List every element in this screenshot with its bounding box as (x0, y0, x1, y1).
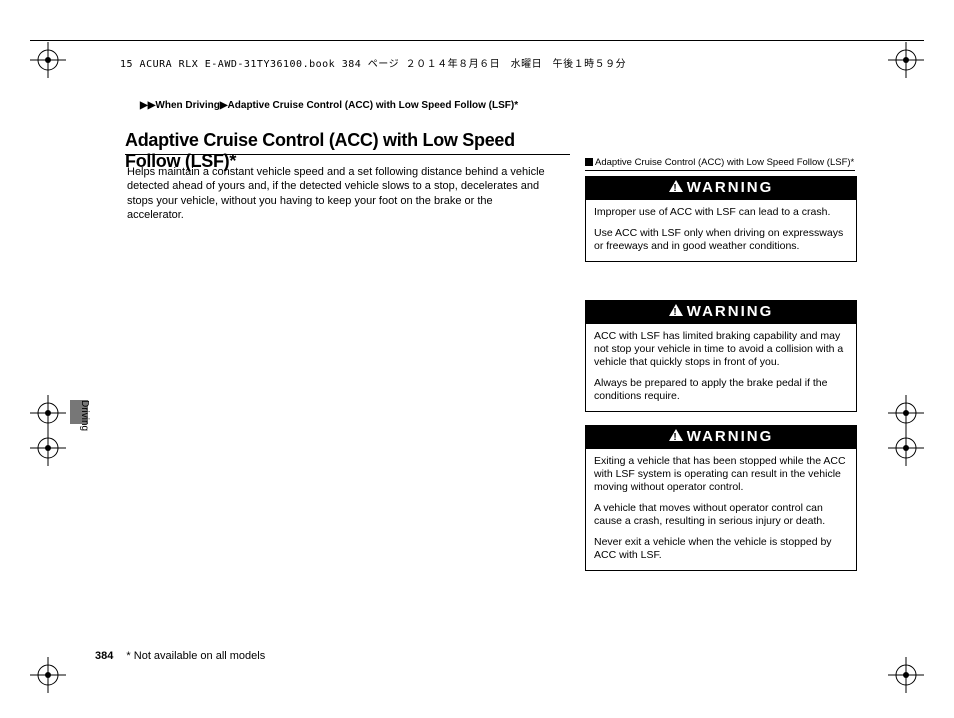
svg-text:!: ! (673, 432, 678, 441)
registration-mark-icon (888, 395, 924, 431)
breadcrumb-star: * (514, 100, 518, 111)
warning-body: Improper use of ACC with LSF can lead to… (586, 200, 856, 261)
warning-header: ! WARNING (586, 177, 856, 200)
warning-header: ! WARNING (586, 301, 856, 324)
footnote: * Not available on all models (126, 650, 265, 662)
registration-mark-icon (30, 430, 66, 466)
warning-body: ACC with LSF has limited braking capabil… (586, 324, 856, 412)
registration-mark-icon (30, 395, 66, 431)
sidebar-heading-text: Adaptive Cruise Control (ACC) with Low S… (595, 157, 854, 168)
warning-text: A vehicle that moves without operator co… (594, 502, 848, 528)
warning-header: ! WARNING (586, 426, 856, 449)
warning-text: Always be prepared to apply the brake pe… (594, 377, 848, 403)
title-rule (125, 154, 570, 155)
print-header-line: 15 ACURA RLX E-AWD-31TY36100.book 384 ペー… (120, 55, 626, 70)
page-footer: 384 * Not available on all models (95, 650, 265, 662)
registration-mark-icon (30, 42, 66, 78)
warning-body: Exiting a vehicle that has been stopped … (586, 449, 856, 571)
warning-label: WARNING (687, 179, 774, 196)
warning-text: Exiting a vehicle that has been stopped … (594, 455, 848, 494)
breadcrumb-item: Adaptive Cruise Control (ACC) with Low S… (228, 100, 515, 111)
chevron-icon (585, 158, 593, 166)
warning-label: WARNING (687, 428, 774, 445)
page-number: 384 (95, 650, 113, 662)
warning-triangle-icon: ! (669, 303, 683, 320)
svg-text:!: ! (673, 183, 678, 192)
section-label: Driving (79, 400, 90, 460)
warning-box: ! WARNING Exiting a vehicle that has bee… (585, 425, 857, 571)
registration-mark-icon (30, 657, 66, 693)
breadcrumb-arrow-icon: ▶▶ (140, 100, 155, 111)
intro-paragraph: Helps maintain a constant vehicle speed … (127, 165, 547, 222)
registration-mark-icon (888, 657, 924, 693)
warning-text: Improper use of ACC with LSF can lead to… (594, 206, 848, 219)
warning-triangle-icon: ! (669, 179, 683, 196)
warning-text: Use ACC with LSF only when driving on ex… (594, 227, 848, 253)
warning-text: ACC with LSF has limited braking capabil… (594, 330, 848, 369)
breadcrumb-arrow-icon: ▶ (220, 100, 228, 111)
svg-text:!: ! (673, 307, 678, 316)
warning-triangle-icon: ! (669, 428, 683, 445)
registration-mark-icon (888, 42, 924, 78)
breadcrumb: ▶▶When Driving▶Adaptive Cruise Control (… (140, 100, 518, 111)
warning-box: ! WARNING Improper use of ACC with LSF c… (585, 176, 857, 262)
registration-mark-icon (888, 430, 924, 466)
warning-text: Never exit a vehicle when the vehicle is… (594, 536, 848, 562)
sidebar-heading: Adaptive Cruise Control (ACC) with Low S… (585, 157, 855, 171)
breadcrumb-item: When Driving (155, 100, 219, 111)
warning-box: ! WARNING ACC with LSF has limited braki… (585, 300, 857, 412)
warning-label: WARNING (687, 303, 774, 320)
